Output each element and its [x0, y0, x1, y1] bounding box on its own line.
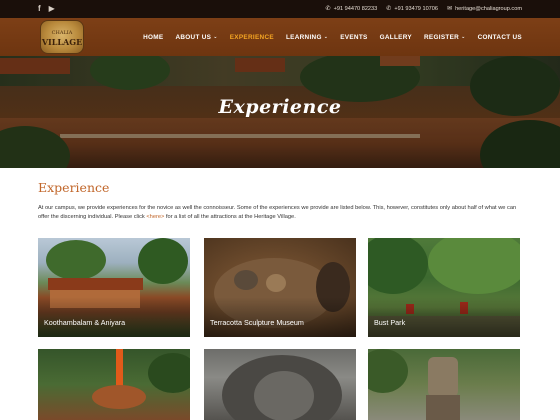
- phone-2-text: +91 93479 10706: [394, 6, 439, 12]
- intro-paragraph: At our campus, we provide experiences fo…: [38, 204, 524, 222]
- phone-1-text: +91 94470 82233: [333, 6, 378, 12]
- logo-text-main: VILLAGE: [41, 37, 83, 47]
- experience-card[interactable]: [38, 349, 190, 420]
- social-links: f ▶: [38, 4, 55, 14]
- mail-icon: ✉: [447, 6, 453, 12]
- card-image-pot: [234, 270, 258, 290]
- nav-item-learning[interactable]: LEARNING ⌄: [286, 34, 328, 41]
- nav-item-label: EXPERIENCE: [229, 33, 274, 41]
- chevron-down-icon: ⌄: [323, 34, 329, 40]
- phone-icon: ✆: [325, 6, 331, 12]
- phone-1[interactable]: ✆ +91 94470 82233: [326, 5, 378, 13]
- card-image-sculpture: [92, 385, 146, 409]
- card-image-pillar: [116, 349, 123, 387]
- card-shade: [38, 297, 190, 337]
- card-image-tree: [148, 353, 190, 393]
- card-caption: Terracotta Sculpture Museum: [210, 318, 304, 327]
- hero-banner: Experience: [0, 56, 560, 168]
- card-image-face: [254, 371, 314, 420]
- nav-item-label: CONTACT US: [477, 33, 522, 41]
- attractions-link[interactable]: <here>: [146, 214, 164, 220]
- experience-card[interactable]: [368, 349, 520, 420]
- chevron-down-icon: ⌄: [461, 34, 466, 40]
- card-shade: [368, 297, 520, 337]
- card-image-roof: [48, 278, 143, 290]
- email-text: heritage@chaliagroup.com: [455, 6, 522, 12]
- card-image-pedestal: [426, 395, 460, 420]
- card-image-tree: [46, 240, 106, 280]
- nav-item-gallery[interactable]: GALLERY: [380, 34, 412, 41]
- top-bar: f ▶ ✆ +91 94470 82233 ✆ +91 93479 10706 ✉ h…: [0, 0, 560, 18]
- card-image-pot: [266, 274, 286, 292]
- youtube-icon[interactable]: ▶: [49, 4, 55, 14]
- hero-title: Experience: [218, 96, 342, 118]
- experience-card[interactable]: [204, 349, 356, 420]
- main-navbar: CHALIA VILLAGE HOME ABOUT US ⌄ EXPERIENCE…: [0, 18, 560, 56]
- card-caption: Bust Park: [374, 318, 406, 327]
- card-shade: [204, 297, 356, 337]
- card-image-statue: [428, 357, 458, 397]
- nav-item-contact-us[interactable]: CONTACT US: [478, 34, 522, 41]
- nav-item-experience[interactable]: EXPERIENCE: [230, 34, 274, 41]
- experience-card[interactable]: Koothambalam & Aniyara: [38, 238, 190, 337]
- main-content: Experience: [38, 180, 522, 195]
- nav-item-home[interactable]: HOME: [143, 34, 163, 41]
- phone-icon: ✆: [386, 6, 392, 12]
- card-caption: Koothambalam & Aniyara: [44, 318, 126, 327]
- nav-item-label: GALLERY: [379, 33, 412, 41]
- phone-2[interactable]: ✆ +91 93479 10706: [386, 5, 438, 13]
- chevron-down-icon: ⌄: [213, 34, 218, 40]
- intro-text: for a list of all the attractions at the…: [164, 214, 296, 220]
- experience-card[interactable]: Terracotta Sculpture Museum: [204, 238, 356, 337]
- nav-item-label: HOME: [143, 33, 164, 41]
- page-heading: Experience: [38, 180, 110, 195]
- nav-item-about-us[interactable]: ABOUT US ⌄: [175, 34, 217, 41]
- nav-menu: HOME ABOUT US ⌄ EXPERIENCE LEARNING ⌄ EVEN…: [143, 18, 522, 56]
- nav-item-label: LEARNING: [285, 33, 322, 41]
- facebook-icon[interactable]: f: [38, 4, 41, 14]
- card-image-tree: [138, 238, 188, 284]
- nav-item-label: EVENTS: [340, 33, 368, 41]
- experience-card[interactable]: Bust Park: [368, 238, 520, 337]
- logo-text-top: CHALIA: [51, 30, 73, 36]
- site-logo[interactable]: CHALIA VILLAGE: [40, 20, 84, 54]
- nav-item-label: REGISTER: [424, 33, 460, 41]
- nav-item-register[interactable]: REGISTER ⌄: [424, 34, 466, 41]
- contact-info: ✆ +91 94470 82233 ✆ +91 93479 10706 ✉ herit…: [326, 5, 522, 13]
- nav-item-events[interactable]: EVENTS: [340, 34, 367, 41]
- nav-item-label: ABOUT US: [175, 33, 212, 41]
- email[interactable]: ✉ heritage@chaliagroup.com: [447, 5, 522, 13]
